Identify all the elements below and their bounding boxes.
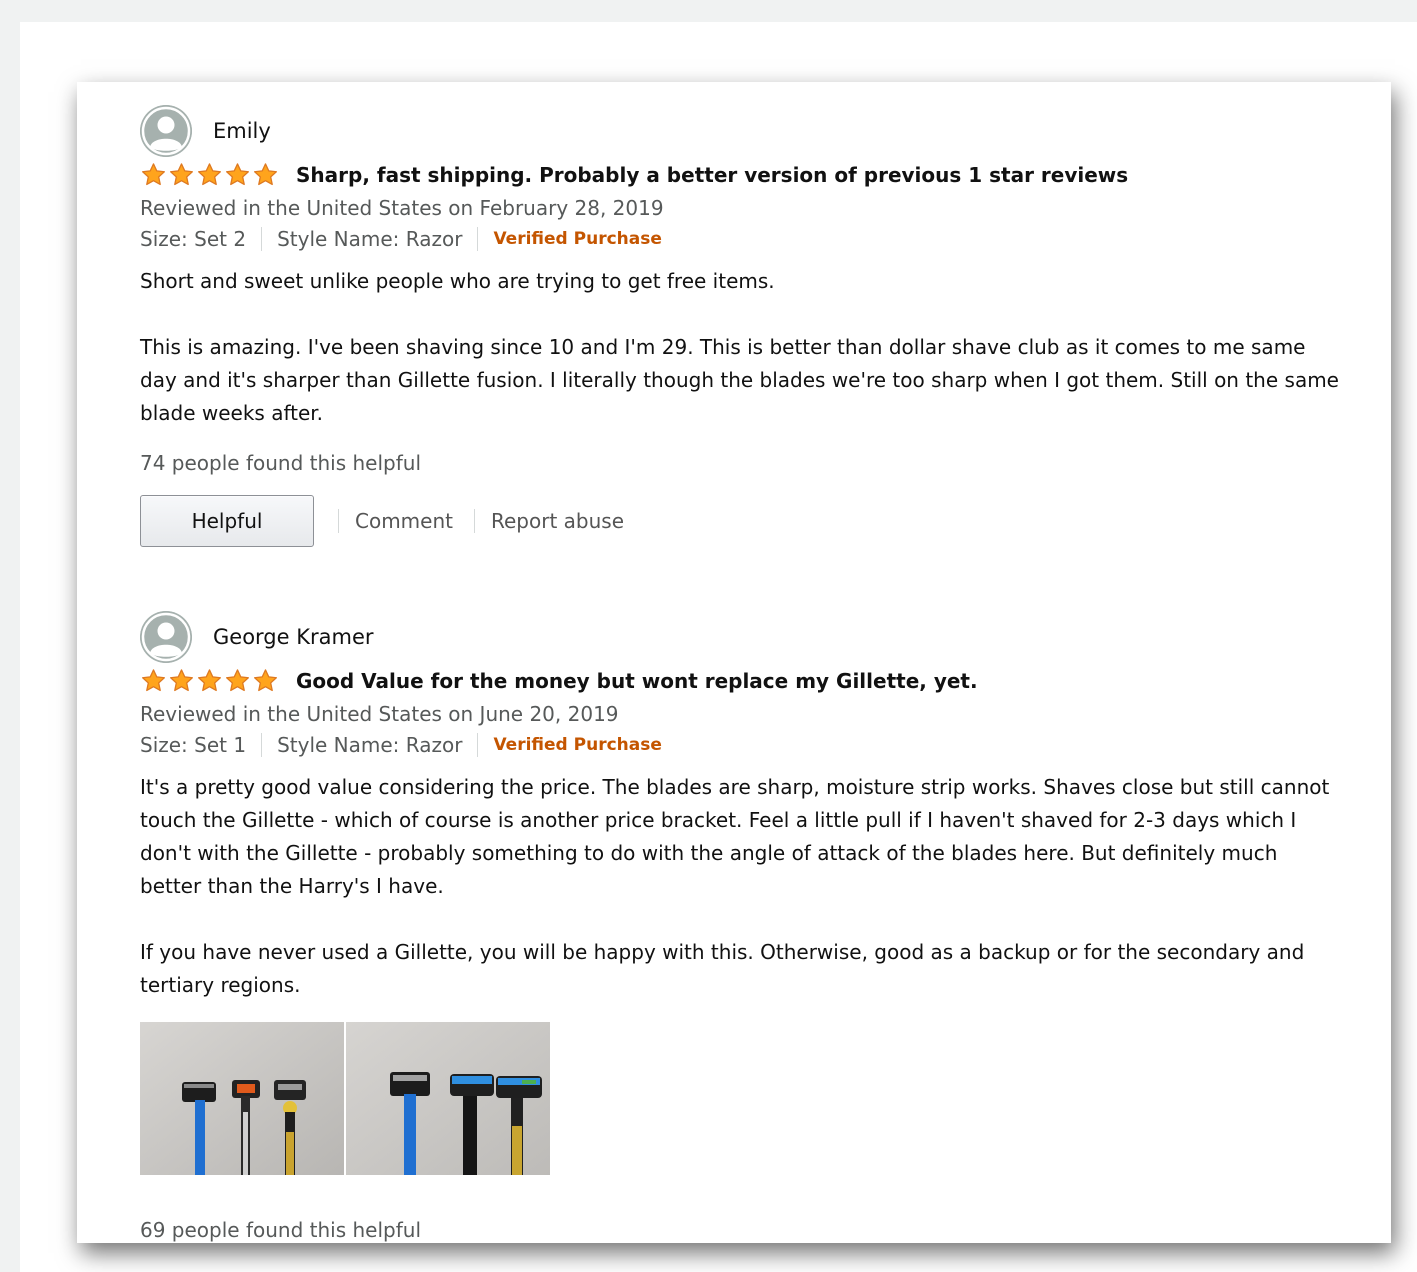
page-background: Emily Sharp, fast shipping. Probably a b… bbox=[20, 22, 1417, 1272]
avatar-icon[interactable] bbox=[140, 105, 192, 157]
review-title-row: Good Value for the money but wont replac… bbox=[140, 666, 1340, 696]
reviewer-profile[interactable]: Emily bbox=[140, 104, 1340, 158]
style-attribute: Style Name: Razor bbox=[277, 227, 463, 251]
star-rating[interactable] bbox=[140, 162, 280, 188]
helpful-count: 74 people found this helpful bbox=[140, 451, 421, 475]
divider bbox=[261, 227, 263, 251]
reviewer-profile[interactable]: George Kramer bbox=[140, 610, 1340, 664]
review-1: Emily Sharp, fast shipping. Probably a b… bbox=[140, 104, 1340, 548]
razor-photo-1[interactable] bbox=[140, 1022, 344, 1175]
star-icon bbox=[142, 163, 165, 186]
avatar-icon[interactable] bbox=[140, 611, 192, 663]
star-icon bbox=[142, 669, 165, 692]
size-attribute[interactable]: Size: Set 1 bbox=[140, 729, 246, 761]
star-icon bbox=[170, 669, 193, 692]
review-meta: Size: Set 2 Style Name: Razor Verified P… bbox=[140, 223, 1340, 255]
review-date: Reviewed in the United States on June 20… bbox=[140, 702, 619, 726]
reviewer-name[interactable]: George Kramer bbox=[213, 625, 374, 649]
helpful-count: 69 people found this helpful bbox=[140, 1218, 421, 1242]
star-icon bbox=[198, 163, 221, 186]
report-abuse-link[interactable]: Report abuse bbox=[491, 509, 624, 533]
style-attribute: Style Name: Razor bbox=[277, 733, 463, 757]
divider bbox=[338, 509, 339, 533]
star-icon bbox=[170, 163, 193, 186]
reviews-panel: Emily Sharp, fast shipping. Probably a b… bbox=[77, 82, 1391, 1243]
star-rating[interactable] bbox=[140, 668, 280, 694]
star-icon bbox=[226, 163, 249, 186]
star-icon bbox=[198, 669, 221, 692]
size-attribute[interactable]: Size: Set 2 bbox=[140, 223, 246, 255]
review-title[interactable]: Good Value for the money but wont replac… bbox=[296, 669, 978, 693]
verified-purchase-badge[interactable]: Verified Purchase bbox=[493, 223, 661, 255]
divider bbox=[477, 227, 479, 251]
review-paragraph: It's a pretty good value considering the… bbox=[140, 775, 1330, 898]
review-photos bbox=[140, 1022, 1340, 1175]
divider bbox=[474, 509, 475, 533]
review-body: It's a pretty good value considering the… bbox=[140, 771, 1340, 1002]
star-icon bbox=[254, 669, 277, 692]
star-icon bbox=[254, 163, 277, 186]
review-date: Reviewed in the United States on Februar… bbox=[140, 196, 664, 220]
review-body: Short and sweet unlike people who are tr… bbox=[140, 265, 1340, 430]
razor-photo-2[interactable] bbox=[346, 1022, 550, 1175]
review-paragraph: Short and sweet unlike people who are tr… bbox=[140, 269, 775, 293]
verified-purchase-badge[interactable]: Verified Purchase bbox=[493, 729, 661, 761]
review-actions: Helpful Comment Report abuse bbox=[140, 494, 1340, 548]
helpful-button[interactable]: Helpful bbox=[140, 495, 314, 547]
review-2: George Kramer Good Value for the money b… bbox=[140, 610, 1340, 1243]
review-title-row: Sharp, fast shipping. Probably a better … bbox=[140, 160, 1340, 190]
review-title[interactable]: Sharp, fast shipping. Probably a better … bbox=[296, 163, 1128, 187]
reviewer-name[interactable]: Emily bbox=[213, 119, 271, 143]
review-paragraph: This is amazing. I've been shaving since… bbox=[140, 335, 1339, 425]
review-paragraph: If you have never used a Gillette, you w… bbox=[140, 940, 1305, 997]
star-icon bbox=[226, 669, 249, 692]
comment-link[interactable]: Comment bbox=[355, 509, 453, 533]
divider bbox=[261, 733, 263, 757]
review-meta: Size: Set 1 Style Name: Razor Verified P… bbox=[140, 729, 1340, 761]
divider bbox=[477, 733, 479, 757]
